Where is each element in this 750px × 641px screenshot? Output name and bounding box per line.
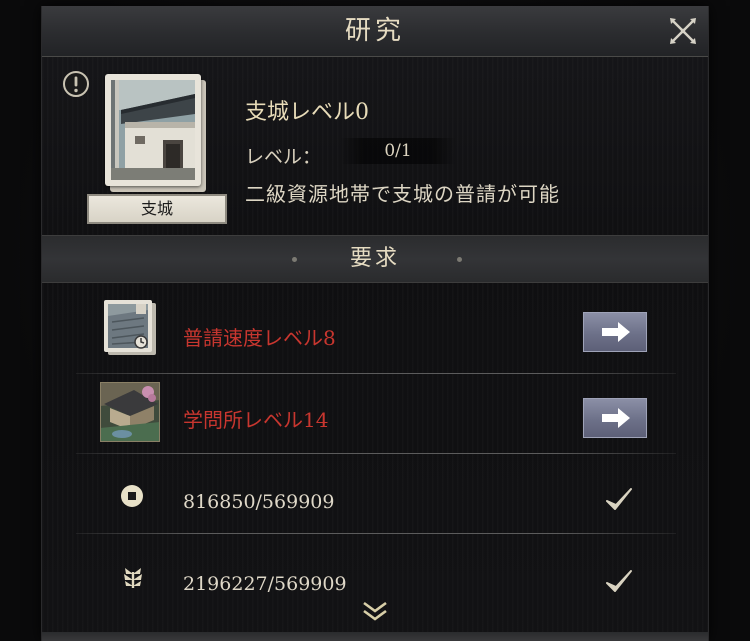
- requirement-label: 学問所レベル14: [183, 408, 329, 432]
- castle-wall-research-icon: [104, 300, 160, 358]
- chevron-down-icon: [363, 601, 387, 621]
- requirement-row: 普請速度レベル8: [76, 290, 676, 374]
- branch-castle-illustration: [111, 80, 195, 180]
- card-name-plate: 支城: [87, 194, 227, 224]
- requirements-header: 要求: [42, 235, 708, 283]
- close-icon: [670, 18, 696, 44]
- check-icon: [604, 568, 634, 596]
- exclamation-icon: [63, 71, 89, 97]
- resource-amount: 2196227/569909: [183, 573, 347, 595]
- game-screen: 研究 支城 支城レベル0 レベル： 0/1 二級資源地帯で支城の普請が可能 要求…: [0, 0, 750, 641]
- go-to-requirement-button[interactable]: [583, 312, 647, 352]
- level-label: レベル：: [245, 146, 322, 168]
- card-face: [105, 74, 201, 186]
- go-to-requirement-button[interactable]: [583, 398, 647, 438]
- title-bar: 研究: [42, 6, 708, 57]
- requirement-label: 普請速度レベル8: [183, 326, 336, 350]
- research-panel: 研究 支城 支城レベル0 レベル： 0/1 二級資源地帯で支城の普請が可能 要求…: [41, 6, 709, 641]
- check-icon: [604, 486, 634, 514]
- resource-amount: 816850/569909: [183, 491, 335, 513]
- panel-title: 研究: [344, 16, 405, 46]
- close-button[interactable]: [668, 16, 698, 46]
- info-alert-button[interactable]: [62, 70, 90, 98]
- research-name: 支城レベル0: [245, 100, 369, 125]
- divider-dot: [457, 257, 462, 262]
- arrow-right-icon: [602, 322, 630, 342]
- panel-bottom-edge: [42, 632, 708, 641]
- level-value: 0/1: [340, 138, 456, 164]
- rice-grain-icon: [120, 564, 146, 590]
- coin-icon: [120, 484, 144, 508]
- requirement-row: 学問所レベル14: [76, 374, 676, 454]
- research-description: 二級資源地帯で支城の普請が可能: [245, 182, 560, 206]
- resource-row: 816850/569909: [76, 454, 676, 534]
- requirements-title: 要求: [349, 246, 400, 271]
- school-building-icon: [99, 381, 161, 443]
- arrow-right-icon: [602, 408, 630, 428]
- scroll-down-indicator[interactable]: [360, 600, 390, 624]
- research-card: [105, 74, 206, 192]
